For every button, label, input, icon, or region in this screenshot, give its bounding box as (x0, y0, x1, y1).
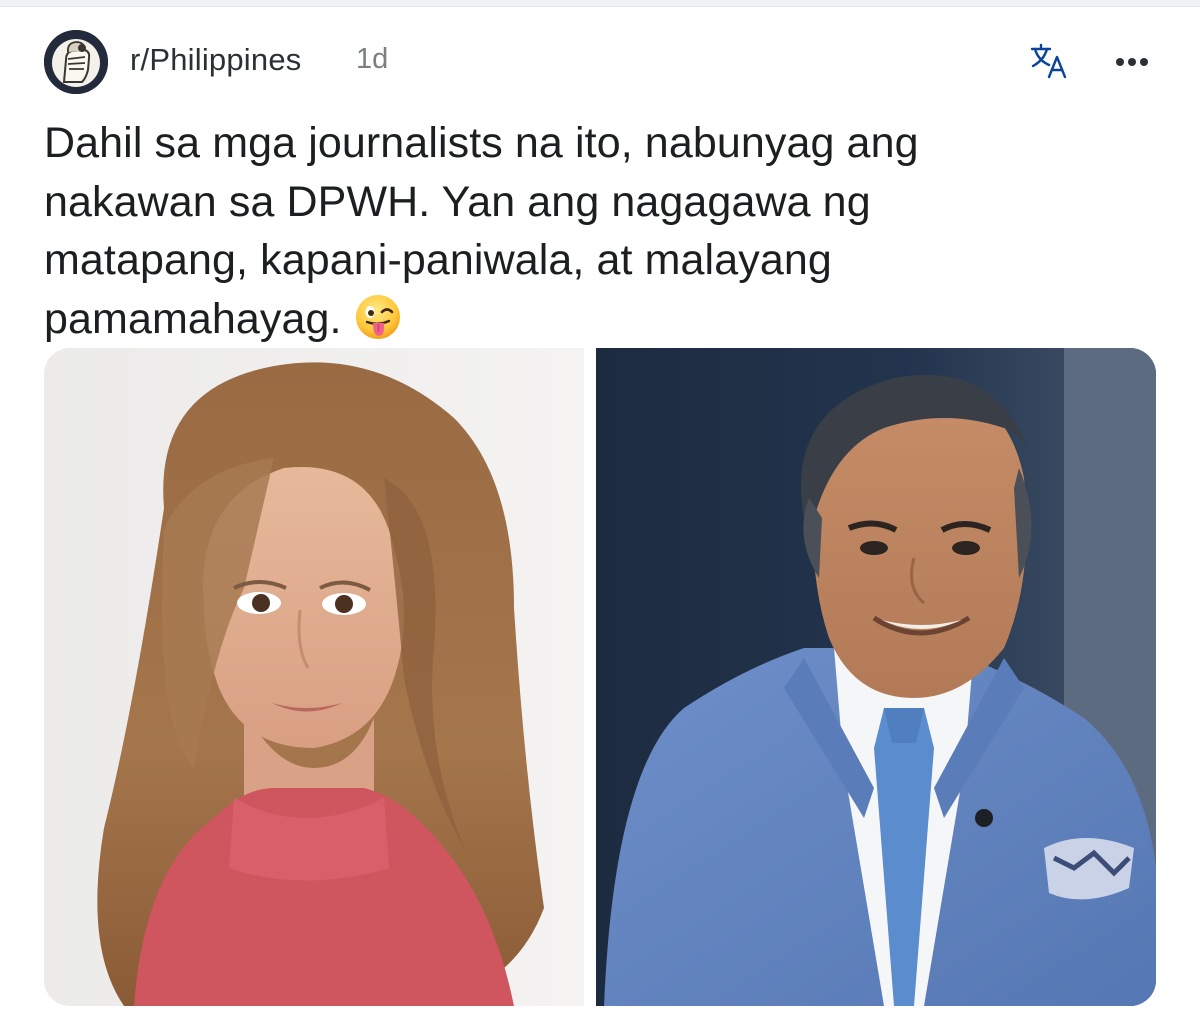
post-title-line-4: pamamahayag. (44, 290, 1154, 349)
post-header: r/Philippines 1d (44, 30, 1164, 94)
subreddit-avatar[interactable] (44, 30, 108, 94)
post-image[interactable] (44, 348, 1156, 1006)
post-title-line-3: matapang, kapani-paniwala, at malayang (44, 236, 832, 284)
more-options-icon (1116, 58, 1148, 66)
post-title-line-4-text: pamamahayag. (44, 294, 342, 343)
post-age: 1d (356, 43, 389, 75)
winking-face-with-tongue-icon (354, 293, 402, 341)
subreddit-name[interactable]: r/Philippines (130, 42, 301, 78)
translate-button[interactable] (1028, 40, 1072, 84)
post-title-line-1: Dahil sa mga journalists na ito, nabunya… (44, 119, 919, 167)
post-card[interactable]: r/Philippines 1d Dahil sa mga journalist… (0, 6, 1200, 1018)
translate-icon (1030, 43, 1067, 79)
journalists-photo-collage (44, 348, 1156, 1006)
raised-fist-icon (44, 30, 108, 94)
post-title[interactable]: Dahil sa mga journalists na ito, nabunya… (44, 114, 1154, 348)
post-title-line-2: nakawan sa DPWH. Yan ang nagagawa ng (44, 177, 871, 226)
more-options-button[interactable] (1104, 40, 1160, 84)
